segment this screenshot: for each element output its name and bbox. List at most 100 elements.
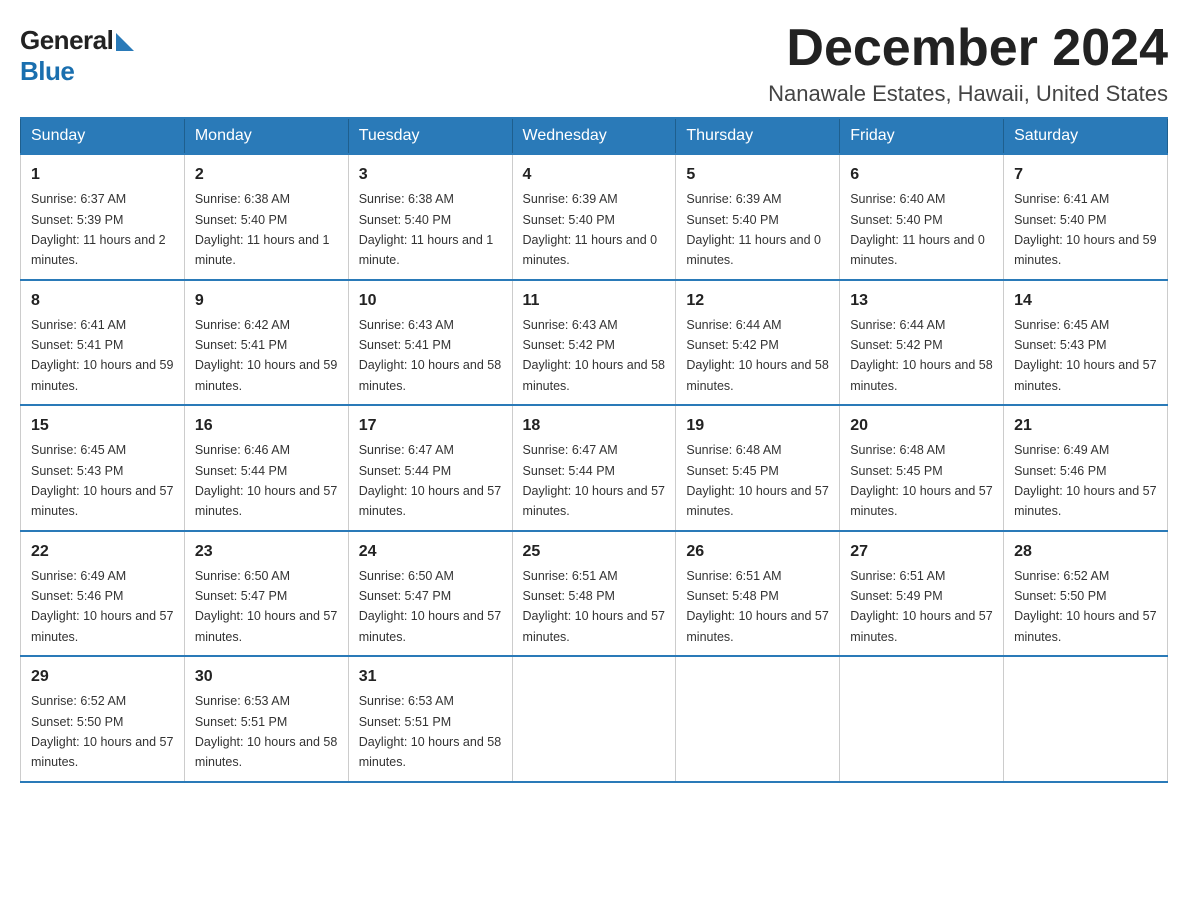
day-info: Sunrise: 6:37 AMSunset: 5:39 PMDaylight:… <box>31 192 166 267</box>
day-info: Sunrise: 6:44 AMSunset: 5:42 PMDaylight:… <box>686 318 828 393</box>
day-number: 1 <box>31 163 174 187</box>
header: General Blue December 2024 Nanawale Esta… <box>20 20 1168 107</box>
calendar-cell: 2 Sunrise: 6:38 AMSunset: 5:40 PMDaylight… <box>184 154 348 280</box>
day-number: 27 <box>850 540 993 564</box>
day-info: Sunrise: 6:50 AMSunset: 5:47 PMDaylight:… <box>359 569 501 644</box>
logo: General Blue <box>20 20 134 87</box>
weekday-header-tuesday: Tuesday <box>348 118 512 154</box>
calendar-cell: 5 Sunrise: 6:39 AMSunset: 5:40 PMDaylight… <box>676 154 840 280</box>
week-row-1: 1 Sunrise: 6:37 AMSunset: 5:39 PMDaylight… <box>21 154 1168 280</box>
calendar-cell: 19 Sunrise: 6:48 AMSunset: 5:45 PMDayligh… <box>676 405 840 531</box>
calendar-cell: 11Sunrise: 6:43 AMSunset: 5:42 PMDayligh… <box>512 280 676 406</box>
day-number: 15 <box>31 414 174 438</box>
calendar-cell <box>512 656 676 782</box>
calendar-cell: 14 Sunrise: 6:45 AMSunset: 5:43 PMDayligh… <box>1004 280 1168 406</box>
day-number: 4 <box>523 163 666 187</box>
day-info: Sunrise: 6:48 AMSunset: 5:45 PMDaylight:… <box>850 443 992 518</box>
weekday-header-sunday: Sunday <box>21 118 185 154</box>
day-info: Sunrise: 6:50 AMSunset: 5:47 PMDaylight:… <box>195 569 337 644</box>
calendar-cell: 1 Sunrise: 6:37 AMSunset: 5:39 PMDaylight… <box>21 154 185 280</box>
day-number: 9 <box>195 289 338 313</box>
day-info: Sunrise: 6:44 AMSunset: 5:42 PMDaylight:… <box>850 318 992 393</box>
day-info: Sunrise: 6:52 AMSunset: 5:50 PMDaylight:… <box>31 694 173 769</box>
day-info: Sunrise: 6:43 AMSunset: 5:42 PMDaylight:… <box>523 318 665 393</box>
day-info: Sunrise: 6:51 AMSunset: 5:48 PMDaylight:… <box>523 569 665 644</box>
day-number: 21 <box>1014 414 1157 438</box>
weekday-header-friday: Friday <box>840 118 1004 154</box>
day-info: Sunrise: 6:46 AMSunset: 5:44 PMDaylight:… <box>195 443 337 518</box>
calendar-cell: 3Sunrise: 6:38 AMSunset: 5:40 PMDaylight… <box>348 154 512 280</box>
day-info: Sunrise: 6:45 AMSunset: 5:43 PMDaylight:… <box>1014 318 1156 393</box>
day-number: 5 <box>686 163 829 187</box>
logo-blue: Blue <box>20 56 74 86</box>
week-row-5: 29 Sunrise: 6:52 AMSunset: 5:50 PMDayligh… <box>21 656 1168 782</box>
day-number: 25 <box>523 540 666 564</box>
day-number: 12 <box>686 289 829 313</box>
calendar-cell: 21 Sunrise: 6:49 AMSunset: 5:46 PMDayligh… <box>1004 405 1168 531</box>
calendar-cell: 26Sunrise: 6:51 AMSunset: 5:48 PMDayligh… <box>676 531 840 657</box>
day-number: 2 <box>195 163 338 187</box>
day-number: 19 <box>686 414 829 438</box>
day-number: 13 <box>850 289 993 313</box>
calendar-cell: 16 Sunrise: 6:46 AMSunset: 5:44 PMDayligh… <box>184 405 348 531</box>
day-number: 28 <box>1014 540 1157 564</box>
calendar-cell: 22Sunrise: 6:49 AMSunset: 5:46 PMDayligh… <box>21 531 185 657</box>
day-number: 7 <box>1014 163 1157 187</box>
calendar-cell: 8Sunrise: 6:41 AMSunset: 5:41 PMDaylight… <box>21 280 185 406</box>
weekday-header-wednesday: Wednesday <box>512 118 676 154</box>
logo-triangle-icon <box>116 33 134 51</box>
day-info: Sunrise: 6:39 AMSunset: 5:40 PMDaylight:… <box>523 192 658 267</box>
day-info: Sunrise: 6:45 AMSunset: 5:43 PMDaylight:… <box>31 443 173 518</box>
calendar-cell: 25 Sunrise: 6:51 AMSunset: 5:48 PMDayligh… <box>512 531 676 657</box>
calendar-cell: 17 Sunrise: 6:47 AMSunset: 5:44 PMDayligh… <box>348 405 512 531</box>
location-title: Nanawale Estates, Hawaii, United States <box>768 81 1168 107</box>
day-number: 23 <box>195 540 338 564</box>
calendar-cell: 7 Sunrise: 6:41 AMSunset: 5:40 PMDaylight… <box>1004 154 1168 280</box>
day-number: 20 <box>850 414 993 438</box>
day-info: Sunrise: 6:52 AMSunset: 5:50 PMDaylight:… <box>1014 569 1156 644</box>
day-info: Sunrise: 6:39 AMSunset: 5:40 PMDaylight:… <box>686 192 821 267</box>
day-info: Sunrise: 6:53 AMSunset: 5:51 PMDaylight:… <box>359 694 501 769</box>
week-row-3: 15 Sunrise: 6:45 AMSunset: 5:43 PMDayligh… <box>21 405 1168 531</box>
calendar-cell: 23 Sunrise: 6:50 AMSunset: 5:47 PMDayligh… <box>184 531 348 657</box>
day-number: 17 <box>359 414 502 438</box>
day-number: 31 <box>359 665 502 689</box>
logo-general: General <box>20 25 113 56</box>
weekday-header-monday: Monday <box>184 118 348 154</box>
calendar-cell: 12 Sunrise: 6:44 AMSunset: 5:42 PMDayligh… <box>676 280 840 406</box>
calendar-cell: 29 Sunrise: 6:52 AMSunset: 5:50 PMDayligh… <box>21 656 185 782</box>
week-row-2: 8Sunrise: 6:41 AMSunset: 5:41 PMDaylight… <box>21 280 1168 406</box>
day-number: 29 <box>31 665 174 689</box>
day-info: Sunrise: 6:49 AMSunset: 5:46 PMDaylight:… <box>31 569 173 644</box>
day-info: Sunrise: 6:38 AMSunset: 5:40 PMDaylight:… <box>195 192 330 267</box>
calendar-cell: 6Sunrise: 6:40 AMSunset: 5:40 PMDaylight… <box>840 154 1004 280</box>
calendar-cell <box>1004 656 1168 782</box>
month-title: December 2024 <box>768 20 1168 77</box>
calendar-cell <box>840 656 1004 782</box>
calendar-cell: 30Sunrise: 6:53 AMSunset: 5:51 PMDayligh… <box>184 656 348 782</box>
day-info: Sunrise: 6:51 AMSunset: 5:48 PMDaylight:… <box>686 569 828 644</box>
day-number: 14 <box>1014 289 1157 313</box>
day-info: Sunrise: 6:51 AMSunset: 5:49 PMDaylight:… <box>850 569 992 644</box>
day-number: 18 <box>523 414 666 438</box>
calendar-cell: 27 Sunrise: 6:51 AMSunset: 5:49 PMDayligh… <box>840 531 1004 657</box>
day-info: Sunrise: 6:49 AMSunset: 5:46 PMDaylight:… <box>1014 443 1156 518</box>
day-info: Sunrise: 6:43 AMSunset: 5:41 PMDaylight:… <box>359 318 501 393</box>
day-number: 6 <box>850 163 993 187</box>
calendar-cell: 10Sunrise: 6:43 AMSunset: 5:41 PMDayligh… <box>348 280 512 406</box>
day-info: Sunrise: 6:47 AMSunset: 5:44 PMDaylight:… <box>359 443 501 518</box>
day-info: Sunrise: 6:41 AMSunset: 5:40 PMDaylight:… <box>1014 192 1156 267</box>
calendar-cell: 4 Sunrise: 6:39 AMSunset: 5:40 PMDaylight… <box>512 154 676 280</box>
calendar-cell: 9 Sunrise: 6:42 AMSunset: 5:41 PMDaylight… <box>184 280 348 406</box>
day-number: 3 <box>359 163 502 187</box>
calendar-cell: 20 Sunrise: 6:48 AMSunset: 5:45 PMDayligh… <box>840 405 1004 531</box>
week-row-4: 22Sunrise: 6:49 AMSunset: 5:46 PMDayligh… <box>21 531 1168 657</box>
day-info: Sunrise: 6:42 AMSunset: 5:41 PMDaylight:… <box>195 318 337 393</box>
day-info: Sunrise: 6:48 AMSunset: 5:45 PMDaylight:… <box>686 443 828 518</box>
day-number: 8 <box>31 289 174 313</box>
day-number: 16 <box>195 414 338 438</box>
weekday-header-row: SundayMondayTuesdayWednesdayThursdayFrid… <box>21 118 1168 154</box>
calendar-cell: 15 Sunrise: 6:45 AMSunset: 5:43 PMDayligh… <box>21 405 185 531</box>
calendar-cell: 13 Sunrise: 6:44 AMSunset: 5:42 PMDayligh… <box>840 280 1004 406</box>
calendar-table: SundayMondayTuesdayWednesdayThursdayFrid… <box>20 117 1168 783</box>
